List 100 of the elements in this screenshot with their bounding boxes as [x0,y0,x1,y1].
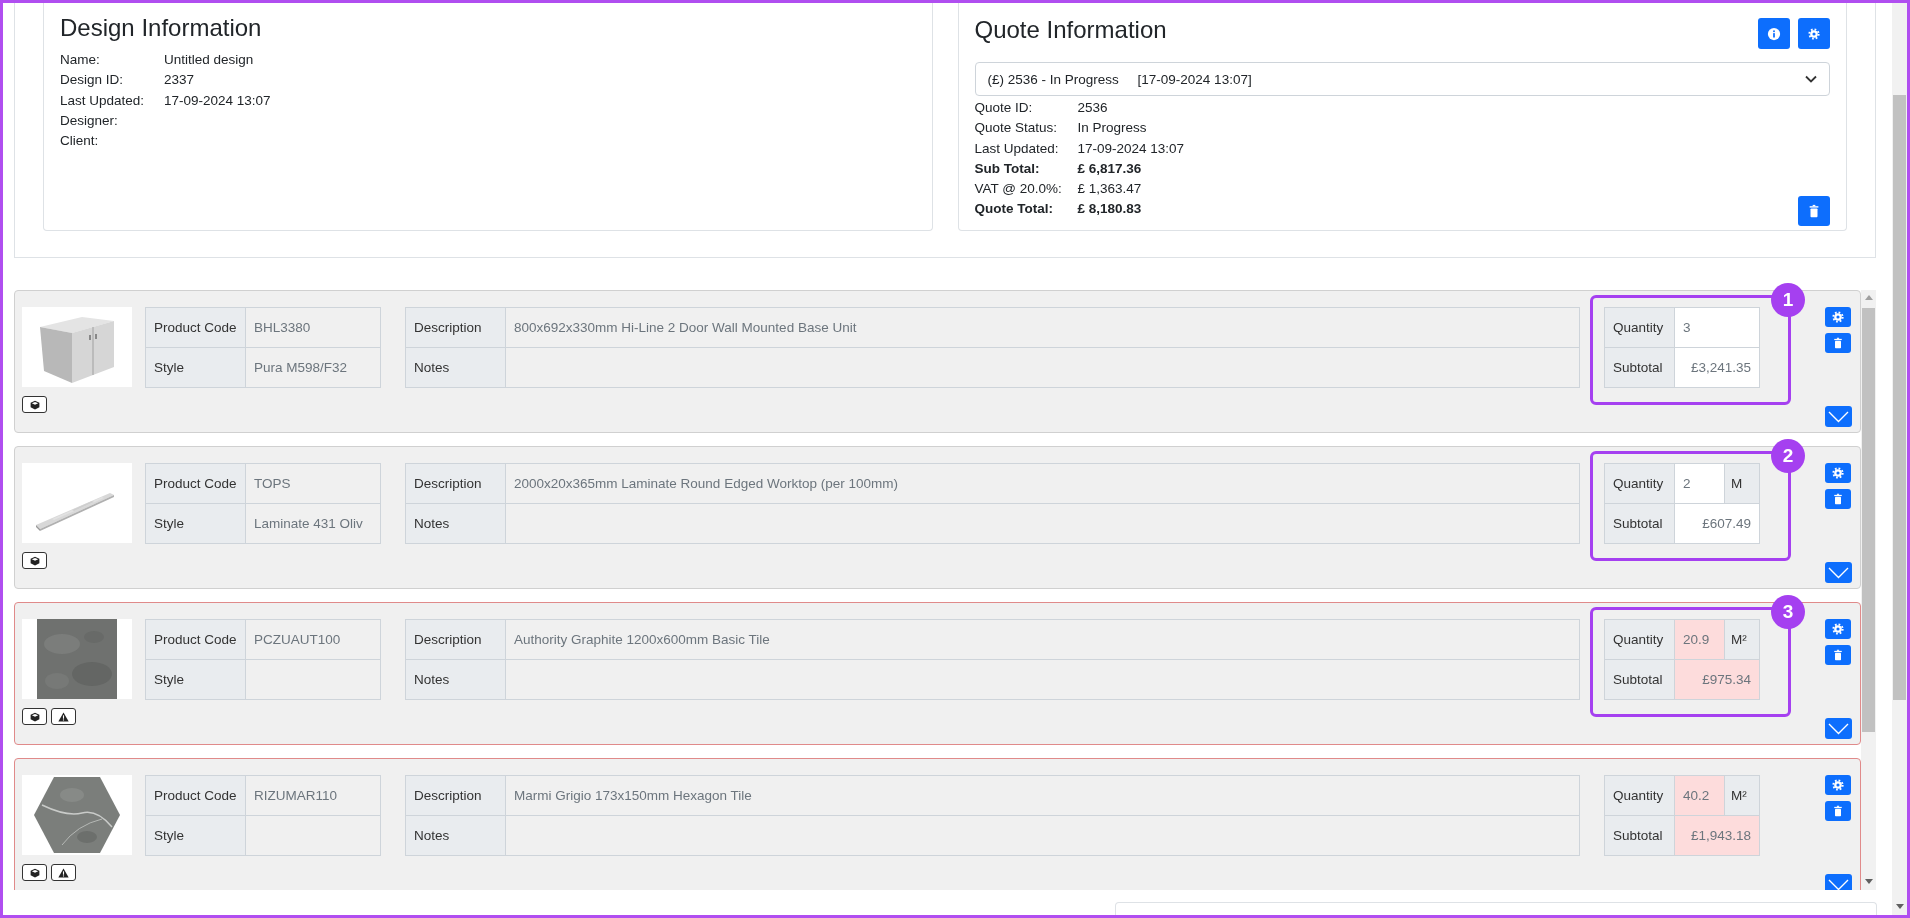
quantity-field[interactable]: 40.2 [1674,775,1725,816]
field-label: VAT @ 20.0%: [974,180,1063,199]
settings-button[interactable] [1798,18,1830,49]
field-label: Last Updated: [60,91,146,110]
card-title: Design Information [60,13,263,42]
field-value: RIZUMAR110 [245,775,381,816]
settings-icon [1832,623,1844,635]
field-value: 17-09-2024 13:07 [164,91,271,110]
field-label: Product Code [145,307,246,348]
trash-icon [1832,337,1844,349]
field-value: £ 8,180.83 [1077,200,1142,219]
delete-button[interactable] [1798,195,1830,226]
warning-icon [58,867,69,878]
field-label: Notes [405,815,506,856]
settings-icon [1832,779,1844,791]
settings-button[interactable] [1825,775,1851,795]
expand-button[interactable] [1825,874,1852,890]
field-label: Designer: [60,111,119,130]
field-value: Untitled design [164,51,254,69]
settings-button[interactable] [1825,619,1851,639]
chevron-down-icon [1828,410,1849,423]
unit-label: M² [1724,619,1760,660]
field-label: Notes [405,503,506,544]
quantity-field[interactable]: 2 [1674,463,1725,504]
chevron-down-icon [1805,75,1817,83]
3d-view-button[interactable] [22,864,47,881]
trash-icon [1807,203,1821,218]
subtotal-field: £1,943.18 [1674,815,1760,856]
field-value: £ 6,817.36 [1077,159,1142,178]
field-label: Product Code [145,775,246,816]
field-label: Style [145,815,246,856]
chevron-down-icon [1828,878,1849,890]
field-value: PCZUAUT100 [245,619,381,660]
settings-button[interactable] [1825,307,1851,327]
subtotal-field: £975.34 [1674,659,1760,700]
delete-button[interactable] [1825,645,1851,665]
field-label: Style [145,503,246,544]
field-value: TOPS [245,463,381,504]
warning-icon [58,711,69,722]
chevron-down-icon [1828,722,1849,735]
field-label: Subtotal [1604,815,1675,856]
field-value: £ 1,363.47 [1077,180,1142,199]
callout-badge: 2 [1771,439,1805,473]
field-label: Description [405,307,506,348]
delete-button[interactable] [1825,489,1851,509]
warning-button[interactable] [51,708,76,725]
subtotal-field: £3,241.35 [1674,347,1760,388]
field-label: Description [405,463,506,504]
cube-icon [29,555,40,566]
field-value: 2000x20x365mm Laminate Round Edged Worktop (per 100mm) [505,463,1580,504]
field-label: Notes [405,659,506,700]
trash-icon [1832,493,1844,505]
scrollbar[interactable] [1861,290,1876,890]
field-label: Description [405,775,506,816]
trash-icon [1832,649,1844,661]
field-label: Quote Total: [974,200,1054,219]
settings-button[interactable] [1825,463,1851,483]
settings-icon [1832,467,1844,479]
expand-button[interactable] [1825,406,1852,427]
callout-badge: 3 [1771,595,1805,629]
field-label: Style [145,347,246,388]
field-label: Name: [60,51,101,69]
delete-button[interactable] [1825,333,1851,353]
field-value: 17-09-2024 13:07 [1077,139,1185,158]
expand-button[interactable] [1825,562,1852,583]
field-label: Quote ID: [974,99,1034,117]
field-label: Product Code [145,619,246,660]
field-label: Design ID: [60,71,125,90]
field-label: Product Code [145,463,246,504]
trash-icon [1832,805,1844,817]
info-button[interactable] [1758,18,1790,49]
quote-dropdown[interactable]: (£) 2536 - In Progress [17-09-2024 13:07] [974,62,1830,96]
callout-badge: 1 [1771,283,1805,317]
field-label: Quantity [1604,463,1675,504]
settings-icon [1808,27,1820,40]
subtotal-field: £607.49 [1674,503,1760,544]
field-label: Sub Total: [974,159,1041,178]
3d-view-button[interactable] [22,552,47,569]
field-value: In Progress [1077,119,1147,138]
field-value: Authority Graphite 1200x600mm Basic Tile [505,619,1580,660]
expand-button[interactable] [1825,718,1852,739]
chevron-down-icon [1828,566,1849,579]
warning-button[interactable] [51,864,76,881]
field-label: Style [145,659,246,700]
field-value: 800x692x330mm Hi-Line 2 Door Wall Mounted Base Unit [505,307,1580,348]
field-label: Notes [405,347,506,388]
delete-button[interactable] [1825,801,1851,821]
3d-view-button[interactable] [22,396,47,413]
field-value: 2337 [164,71,195,90]
scrollbar[interactable] [1892,3,1907,915]
field-label: Quantity [1604,307,1675,348]
quantity-field[interactable]: 3 [1674,307,1760,348]
field-label: Quantity [1604,775,1675,816]
field-label: Subtotal [1604,503,1675,544]
field-label: Last Updated: [974,139,1060,158]
quantity-field[interactable]: 20.9 [1674,619,1725,660]
3d-view-button[interactable] [22,708,47,725]
cube-icon [29,867,40,878]
unit-label: M² [1724,775,1760,816]
field-label: Quote Status: [974,119,1059,138]
